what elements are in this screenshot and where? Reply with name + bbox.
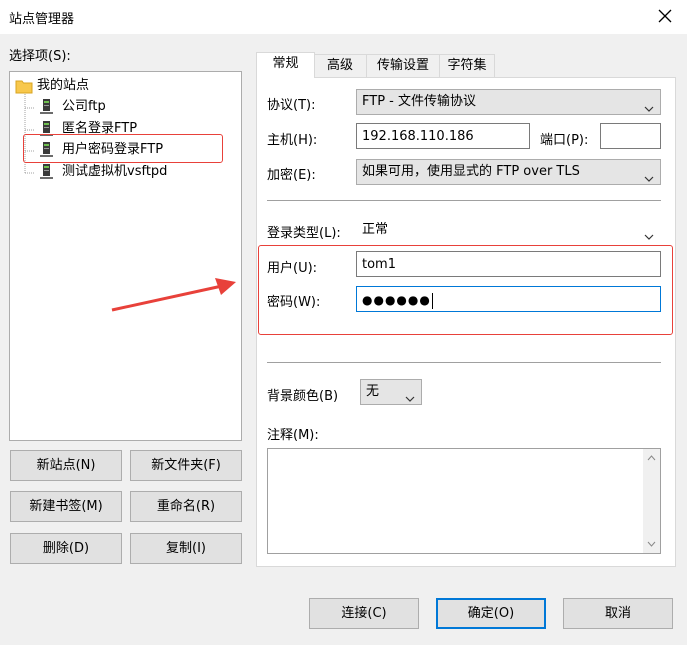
logon-type-label: 登录类型(L): [267, 226, 341, 241]
chevron-down-icon [644, 98, 654, 112]
window-title: 站点管理器 [9, 12, 75, 27]
encryption-label: 加密(E): [267, 168, 316, 183]
logon-type-select[interactable]: 正常 [356, 217, 661, 243]
tree-root-label: 我的站点 [37, 78, 90, 93]
tab-general[interactable]: 常规 [256, 52, 315, 78]
comments-textarea[interactable] [267, 448, 661, 554]
host-label: 主机(H): [267, 133, 318, 148]
highlight-box-selected-site [23, 134, 223, 163]
site-tree[interactable]: 我的站点 公司ftp 匿名登录FTP 用户密码登录FTP 测试虚拟机vsftpd [9, 71, 242, 441]
encryption-value: 如果可用，使用显式的 FTP over TLS [362, 164, 580, 179]
tree-item-label: 公司ftp [62, 99, 106, 114]
new-folder-button[interactable]: 新文件夹(F) [130, 450, 242, 481]
protocol-label: 协议(T): [267, 98, 316, 113]
chevron-down-icon [644, 168, 654, 182]
encryption-select[interactable]: 如果可用，使用显式的 FTP over TLS [356, 159, 661, 185]
tree-label: 选择项(S): [9, 49, 71, 64]
port-label: 端口(P): [540, 133, 589, 148]
port-input[interactable] [600, 123, 661, 149]
duplicate-button[interactable]: 复制(I) [130, 533, 242, 564]
tab-charset[interactable]: 字符集 [439, 54, 495, 77]
tab-transfer-settings[interactable]: 传输设置 [366, 54, 440, 77]
chevron-down-icon [405, 388, 415, 402]
protocol-value: FTP - 文件传输协议 [362, 94, 476, 109]
connect-button[interactable]: 连接(C) [309, 598, 419, 629]
new-bookmark-button[interactable]: 新建书签(M) [10, 491, 122, 522]
close-icon[interactable] [652, 3, 678, 29]
host-input[interactable]: 192.168.110.186 [356, 123, 530, 149]
bg-color-value: 无 [366, 384, 380, 399]
cancel-button[interactable]: 取消 [563, 598, 673, 629]
scroll-up-icon[interactable] [647, 455, 656, 461]
bg-color-select[interactable]: 无 [360, 379, 422, 405]
scrollbar[interactable] [643, 449, 660, 553]
ok-button[interactable]: 确定(O) [436, 598, 546, 629]
highlight-box-credentials [258, 245, 673, 335]
arrow-icon [111, 278, 236, 312]
rename-button[interactable]: 重命名(R) [130, 491, 242, 522]
separator [267, 200, 661, 201]
bg-color-label: 背景颜色(B) [267, 389, 339, 404]
chevron-down-icon [644, 226, 654, 240]
protocol-select[interactable]: FTP - 文件传输协议 [356, 89, 661, 115]
comments-label: 注释(M): [267, 428, 319, 443]
tab-advanced[interactable]: 高级 [313, 54, 367, 77]
scroll-down-icon[interactable] [647, 541, 656, 547]
separator [267, 362, 661, 363]
title-bar [0, 0, 687, 34]
new-site-button[interactable]: 新站点(N) [10, 450, 122, 481]
folder-icon [15, 78, 33, 94]
server-icon [40, 164, 56, 180]
delete-button[interactable]: 删除(D) [10, 533, 122, 564]
logon-type-value: 正常 [362, 222, 389, 237]
server-icon [40, 99, 56, 115]
tree-item-label: 测试虚拟机vsftpd [62, 164, 168, 179]
